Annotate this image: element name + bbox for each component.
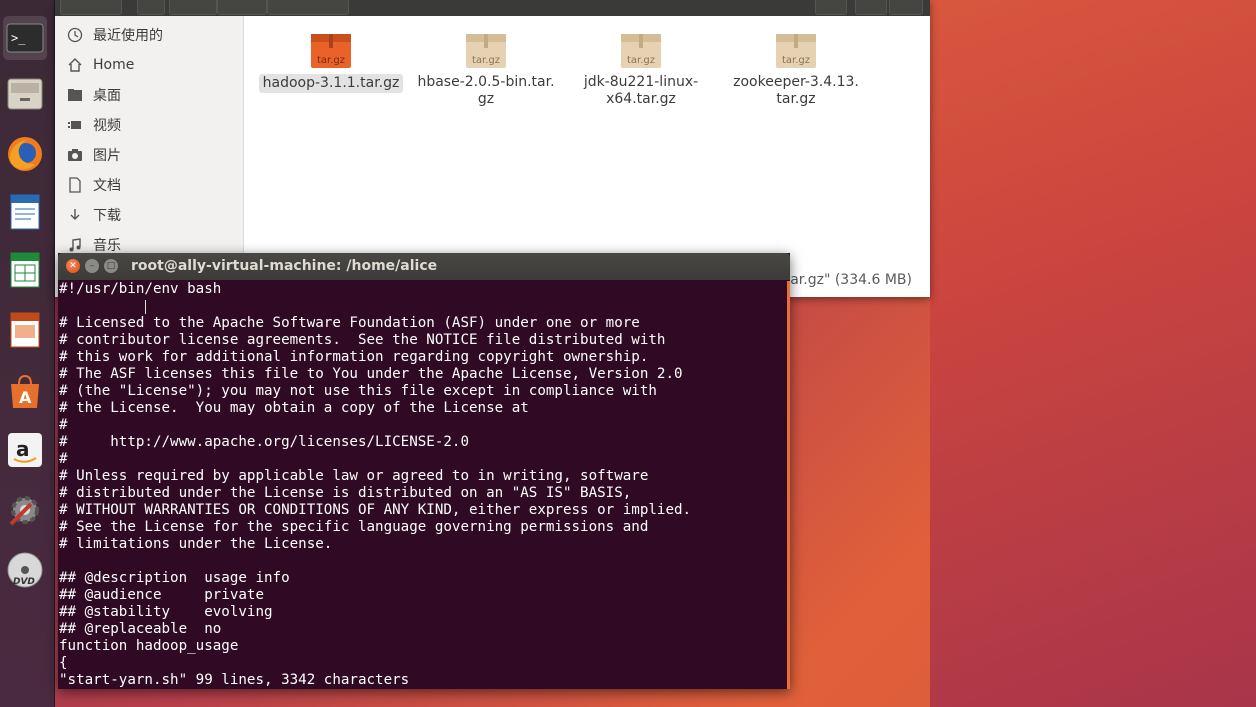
terminal-line: #!/usr/bin/env bash	[59, 281, 222, 297]
sidebar-item-pictures[interactable]: 图片	[65, 143, 121, 167]
video-icon	[65, 117, 85, 133]
music-icon	[65, 237, 85, 253]
download-icon	[65, 207, 85, 223]
recent-icon	[65, 27, 85, 43]
sidebar-item-label: Home	[93, 57, 135, 73]
terminal-line: # Unless required by applicable law or a…	[59, 468, 649, 484]
terminal-line: # The ASF licenses this file to You unde…	[59, 366, 683, 382]
terminal-line: ## @description usage info	[59, 570, 290, 586]
terminal-line: # contributor license agreements. See th…	[59, 332, 666, 348]
minimize-icon: –	[89, 261, 95, 271]
mouse-cursor	[145, 300, 152, 314]
sidebar-item-label: 下载	[93, 208, 121, 224]
terminal-line: function hadoop_usage	[59, 638, 239, 654]
desktop-folder-icon	[65, 87, 85, 103]
terminal-line: # (the "License"); you may not use this …	[59, 383, 657, 399]
sidebar-item-label: 桌面	[93, 88, 121, 104]
minimize-button[interactable]: –	[85, 259, 99, 273]
sidebar-item-label: 视频	[93, 118, 121, 134]
writer-icon[interactable]	[3, 190, 47, 234]
path-home-button[interactable]	[137, 0, 165, 15]
file-name: jdk-8u221-linux-x64.tar.gz	[583, 74, 699, 107]
svg-text:tar.gz: tar.gz	[317, 55, 345, 66]
terminal-line: # limitations under the License.	[59, 536, 333, 552]
dvd-icon[interactable]: DVD	[3, 548, 47, 592]
firefox-icon[interactable]	[3, 132, 47, 176]
window-title: root@ally-virtual-machine: /home/alice	[131, 258, 438, 274]
close-icon: ✕	[69, 261, 77, 271]
path-segment[interactable]	[169, 0, 217, 15]
archive-icon: tar.gz	[774, 30, 818, 70]
maximize-button[interactable]: □	[104, 259, 118, 273]
nav-buttons[interactable]	[60, 0, 122, 15]
file-item[interactable]: tar.gz jdk-8u221-linux-x64.tar.gz	[566, 30, 716, 108]
terminal-line: #	[59, 451, 68, 467]
terminal-content[interactable]: #!/usr/bin/env bash # Licensed to the Apa…	[59, 281, 790, 689]
file-item[interactable]: tar.gz hadoop-3.1.1.tar.gz	[256, 30, 406, 93]
terminal-line: {	[59, 655, 68, 671]
amazon-icon[interactable]: a	[3, 428, 47, 472]
svg-text:>_: >_	[11, 31, 26, 45]
terminal-line: ## @stability evolving	[59, 604, 273, 620]
terminal-line: ## @audience private	[59, 587, 264, 603]
svg-text:tar.gz: tar.gz	[627, 55, 655, 66]
selection-status: tar.gz" (334.6 MB)	[784, 272, 912, 288]
svg-text:a: a	[16, 437, 30, 461]
impress-icon[interactable]	[3, 308, 47, 352]
terminal-line: # this work for additional information r…	[59, 349, 649, 365]
sidebar-item-downloads[interactable]: 下载	[65, 203, 121, 227]
archive-icon: tar.gz	[309, 30, 353, 70]
terminal-line: "start-yarn.sh" 99 lines, 3342 character…	[59, 672, 410, 688]
terminal-line: # Licensed to the Apache Software Founda…	[59, 315, 640, 331]
path-segment[interactable]	[267, 0, 349, 15]
menu-button[interactable]	[889, 0, 923, 15]
sidebar-item-home[interactable]: Home	[65, 53, 134, 77]
terminal-line: #	[59, 417, 68, 433]
maximize-icon: □	[106, 261, 116, 271]
sidebar-item-desktop[interactable]: 桌面	[65, 83, 121, 107]
terminal-icon[interactable]: >_	[3, 16, 47, 60]
view-button[interactable]	[855, 0, 887, 15]
sidebar-item-label: 图片	[93, 148, 121, 164]
path-segment[interactable]	[217, 0, 267, 15]
terminal-line: # distributed under the License is distr…	[59, 485, 632, 501]
sidebar-item-label: 最近使用的	[93, 28, 163, 44]
terminal-line: # the License. You may obtain a copy of …	[59, 400, 529, 416]
sidebar-item-videos[interactable]: 视频	[65, 113, 121, 137]
sidebar-item-label: 音乐	[93, 238, 121, 254]
svg-text:tar.gz: tar.gz	[782, 55, 810, 66]
calc-icon[interactable]	[3, 248, 47, 292]
terminal-line: # http://www.apache.org/licenses/LICENSE…	[59, 434, 469, 450]
desktop-wallpaper	[930, 0, 1256, 707]
file-item[interactable]: tar.gz hbase-2.0.5-bin.tar. gz	[411, 30, 561, 108]
camera-icon	[65, 147, 85, 163]
software-center-icon[interactable]: A	[3, 370, 47, 414]
file-name: hbase-2.0.5-bin.tar. gz	[417, 74, 555, 107]
terminal-line: # WITHOUT WARRANTIES OR CONDITIONS OF AN…	[59, 502, 692, 518]
terminal-line: ## @replaceable no	[59, 621, 222, 637]
file-name: hadoop-3.1.1.tar.gz	[258, 74, 404, 93]
sidebar-item-documents[interactable]: 文档	[65, 173, 121, 197]
close-button[interactable]: ✕	[66, 259, 80, 273]
document-icon	[65, 177, 85, 193]
svg-text:DVD: DVD	[13, 577, 35, 587]
archive-icon: tar.gz	[619, 30, 663, 70]
file-name: zookeeper-3.4.13. tar.gz	[733, 74, 859, 107]
sidebar-item-label: 文档	[93, 178, 121, 194]
terminal-titlebar[interactable]: ✕ – □ root@ally-virtual-machine: /home/a…	[58, 253, 790, 280]
system-settings-icon[interactable]	[3, 488, 47, 532]
home-icon	[65, 57, 85, 73]
archive-icon: tar.gz	[464, 30, 508, 70]
search-button[interactable]	[815, 0, 847, 15]
terminal-line: # See the License for the specific langu…	[59, 519, 649, 535]
launcher: >_ A a DVD	[0, 0, 55, 707]
svg-text:tar.gz: tar.gz	[472, 55, 500, 66]
terminal-window: ✕ – □ root@ally-virtual-machine: /home/a…	[58, 253, 790, 689]
files-icon[interactable]	[3, 72, 47, 116]
svg-text:A: A	[19, 388, 32, 407]
file-manager-toolbar	[55, 0, 930, 16]
sidebar-item-recent[interactable]: 最近使用的	[65, 23, 163, 47]
file-item[interactable]: tar.gz zookeeper-3.4.13. tar.gz	[721, 30, 871, 108]
